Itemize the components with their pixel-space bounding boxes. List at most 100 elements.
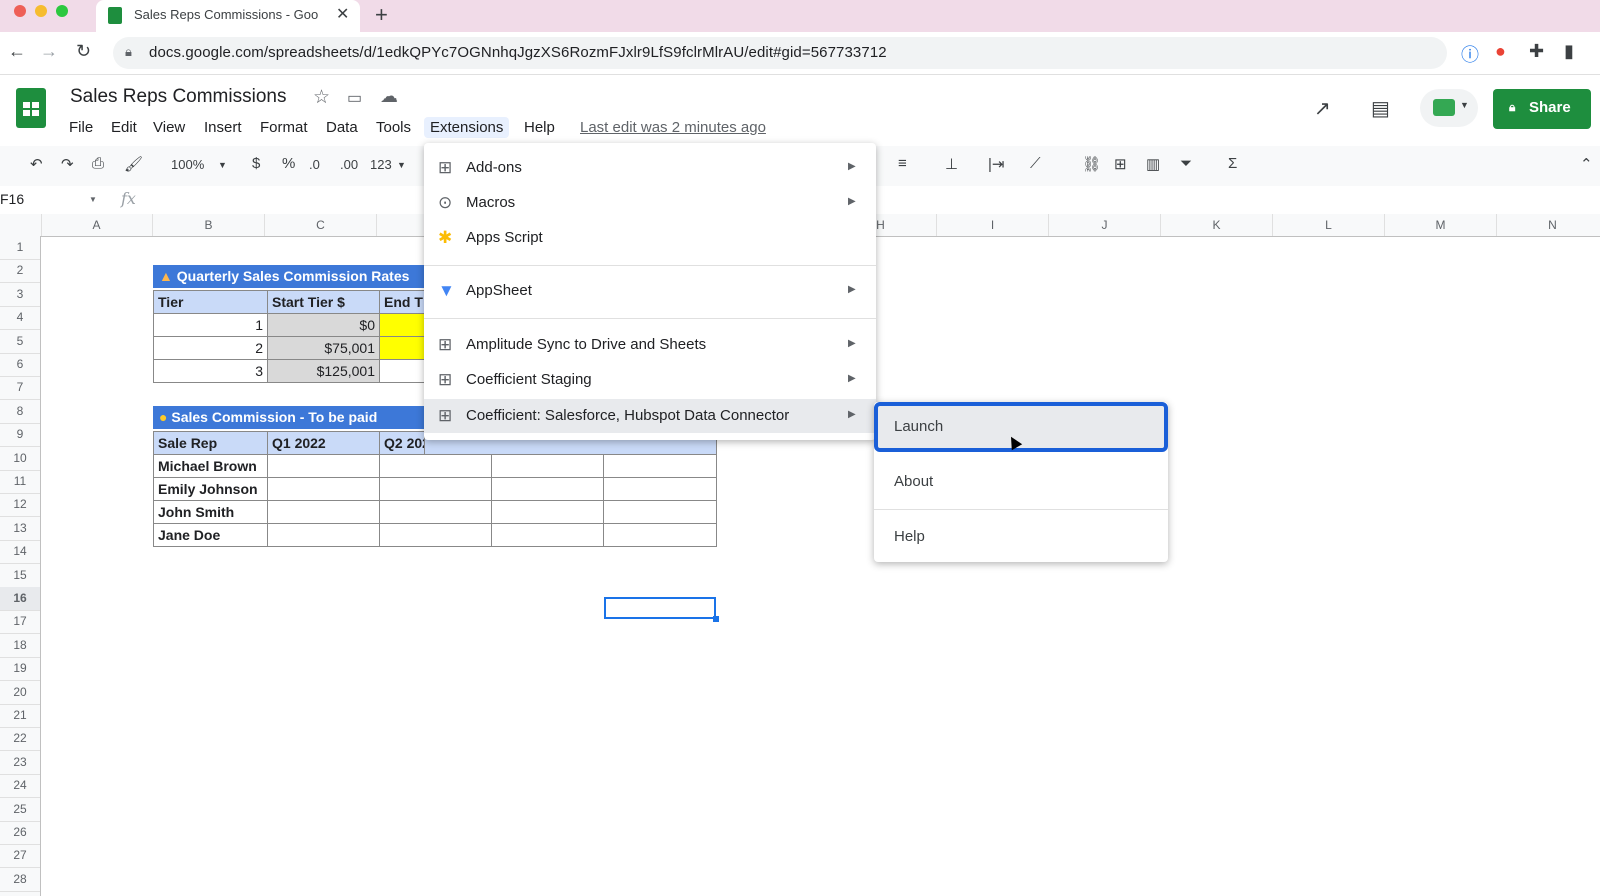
row-header[interactable]: 19 — [0, 657, 40, 682]
horizontal-align-icon[interactable]: ≡ — [898, 155, 907, 172]
close-tab-icon[interactable]: ✕ — [336, 4, 349, 24]
insert-comment-icon[interactable]: ⊞ — [1114, 155, 1127, 173]
row-header[interactable]: 7 — [0, 376, 40, 401]
table2-value-cell[interactable] — [491, 477, 604, 501]
table1-end-cell[interactable] — [379, 336, 425, 360]
menu-item-appsheet[interactable]: ▼ AppSheet ▶ — [424, 274, 876, 308]
undo-icon[interactable]: ↶ — [30, 155, 43, 173]
table2-value-cell[interactable] — [379, 454, 492, 478]
table2-rep-cell[interactable]: Michael Brown — [153, 454, 268, 478]
maximize-window-dot[interactable] — [56, 5, 68, 17]
last-edit-link[interactable]: Last edit was 2 minutes ago — [580, 119, 766, 136]
table1-end-cell[interactable] — [379, 313, 425, 337]
table2-value-cell[interactable] — [379, 477, 492, 501]
menu-edit[interactable]: Edit — [105, 117, 143, 138]
new-tab-icon[interactable]: + — [375, 2, 388, 28]
row-header[interactable]: 13 — [0, 517, 40, 541]
menu-file[interactable]: File — [63, 117, 99, 138]
row-header[interactable]: 10 — [0, 447, 40, 471]
text-wrap-icon[interactable]: |⇥ — [988, 155, 1004, 173]
row-header[interactable]: 12 — [0, 493, 40, 518]
column-header[interactable]: K — [1161, 214, 1273, 236]
decrease-decimal-button[interactable]: .0 — [309, 157, 320, 172]
table1-tier-cell[interactable]: 1 — [153, 313, 268, 337]
menu-item-help[interactable]: Help — [874, 514, 1168, 562]
table1-header-tier[interactable]: Tier — [153, 290, 268, 314]
menu-item-amplitude[interactable]: ⊞ Amplitude Sync to Drive and Sheets ▶ — [424, 328, 876, 362]
menu-item-macros[interactable]: ⊙ Macros ▶ — [424, 186, 876, 220]
url-omnibox[interactable]: 🔒︎ docs.google.com/spreadsheets/d/1edkQP… — [113, 37, 1447, 69]
extensions-puzzle-icon[interactable]: ✚ — [1529, 41, 1544, 62]
activity-trend-icon[interactable]: ↗ — [1314, 96, 1331, 121]
table1-header-start[interactable]: Start Tier $ — [267, 290, 380, 314]
row-header[interactable]: 22 — [0, 727, 40, 752]
row-header[interactable]: 2 — [0, 259, 40, 284]
table2-value-cell[interactable] — [379, 500, 492, 524]
table2-value-cell[interactable] — [603, 523, 717, 547]
share-button[interactable]: 🔒︎ Share — [1493, 89, 1591, 129]
row-header[interactable]: 3 — [0, 283, 40, 307]
more-formats-button[interactable]: 123 — [370, 157, 392, 172]
percent-format-button[interactable]: % — [282, 155, 295, 172]
star-icon[interactable]: ☆ — [313, 86, 330, 109]
table2-header-q1[interactable]: Q1 2022 — [267, 431, 380, 455]
insert-link-icon[interactable]: ⛓︎ — [1082, 155, 1101, 173]
menu-view[interactable]: View — [147, 117, 191, 138]
menu-data[interactable]: Data — [320, 117, 364, 138]
menu-item-coefficient-staging[interactable]: ⊞ Coefficient Staging ▶ — [424, 363, 876, 397]
row-header[interactable]: 17 — [0, 610, 40, 635]
chevron-down-icon[interactable]: ▼ — [89, 195, 97, 204]
close-window-dot[interactable] — [14, 5, 26, 17]
row-header[interactable]: 21 — [0, 704, 40, 728]
table2-value-cell[interactable] — [603, 500, 717, 524]
table2-rep-cell[interactable]: Emily Johnson — [153, 477, 268, 501]
table2-value-cell[interactable] — [491, 523, 604, 547]
row-header[interactable]: 15 — [0, 564, 40, 588]
comments-icon[interactable]: ▤ — [1371, 96, 1390, 121]
menu-format[interactable]: Format — [254, 117, 314, 138]
cloud-status-icon[interactable]: ☁︎ — [380, 86, 398, 107]
menu-extensions[interactable]: Extensions — [424, 117, 510, 138]
row-header[interactable]: 18 — [0, 634, 40, 658]
row-header[interactable]: 26 — [0, 821, 40, 845]
table1-start-cell[interactable]: $75,001 — [267, 336, 380, 360]
forward-icon[interactable]: → — [40, 41, 58, 62]
table1-header-end[interactable]: End T — [379, 290, 425, 314]
collapse-toolbar-icon[interactable]: ⌃ — [1580, 155, 1593, 173]
table1-end-cell[interactable] — [379, 359, 425, 383]
fill-handle[interactable] — [713, 616, 719, 622]
meet-button[interactable]: ▼ — [1420, 89, 1478, 127]
table1-start-cell[interactable]: $0 — [267, 313, 380, 337]
paint-format-icon[interactable]: 🖌︎ — [124, 155, 143, 173]
table2-value-cell[interactable] — [267, 523, 380, 547]
text-rotate-icon[interactable]: ⟋ — [1030, 155, 1041, 172]
column-header[interactable]: B — [153, 214, 265, 236]
chrome-extension-icon[interactable]: ● — [1495, 41, 1506, 62]
print-icon[interactable]: ⎙ — [92, 155, 104, 172]
chevron-down-icon[interactable]: ▼ — [397, 160, 406, 170]
table2-value-cell[interactable] — [267, 477, 380, 501]
selected-cell[interactable] — [604, 597, 716, 619]
row-header[interactable]: 11 — [0, 470, 40, 494]
table2-rep-cell[interactable]: Jane Doe — [153, 523, 268, 547]
row-header[interactable]: 23 — [0, 751, 40, 775]
select-all-corner[interactable] — [0, 214, 42, 236]
menu-tools[interactable]: Tools — [370, 117, 417, 138]
row-header[interactable]: 5 — [0, 330, 40, 354]
currency-format-button[interactable]: $ — [252, 155, 260, 172]
increase-decimal-button[interactable]: .00 — [340, 157, 358, 172]
menu-help[interactable]: Help — [518, 117, 561, 138]
row-header[interactable]: 25 — [0, 798, 40, 822]
table2-value-cell[interactable] — [379, 523, 492, 547]
column-header[interactable]: M — [1385, 214, 1497, 236]
table1-tier-cell[interactable]: 2 — [153, 336, 268, 360]
column-header[interactable]: L — [1273, 214, 1385, 236]
row-header[interactable]: 27 — [0, 844, 40, 869]
name-box[interactable]: F16 — [0, 191, 24, 207]
side-panel-icon[interactable]: ▮ — [1564, 41, 1574, 62]
table2-value-cell[interactable] — [267, 454, 380, 478]
column-header[interactable]: A — [41, 214, 153, 236]
row-header[interactable]: 9 — [0, 423, 40, 448]
menu-insert[interactable]: Insert — [198, 117, 248, 138]
filter-icon[interactable]: ⏷ — [1180, 155, 1192, 172]
